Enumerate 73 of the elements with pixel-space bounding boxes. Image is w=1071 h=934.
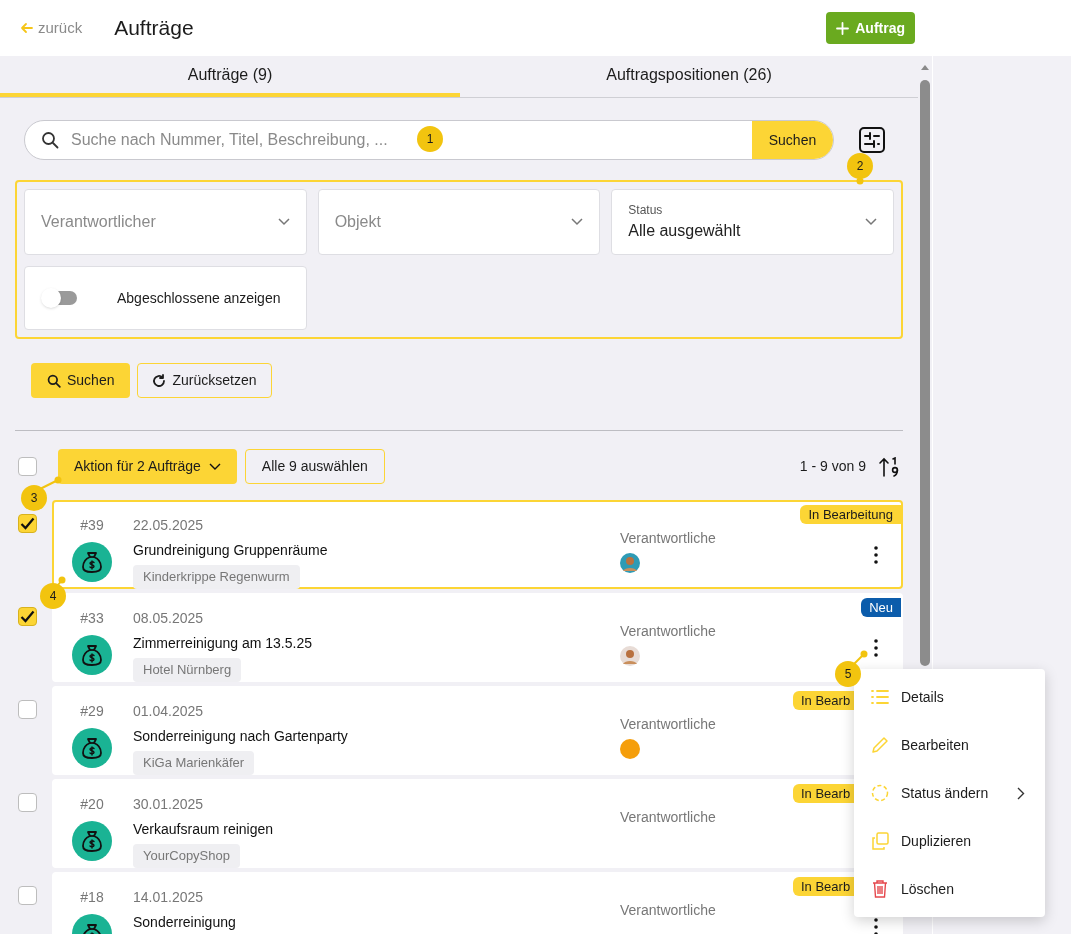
page-title: Aufträge <box>114 15 194 42</box>
search-button[interactable]: Suchen <box>31 363 131 398</box>
duplicate-icon <box>871 832 889 850</box>
dropdown-field[interactable]: Objekt <box>317 189 601 255</box>
order-number: #20 <box>80 795 104 814</box>
step-marker: 3 <box>21 485 47 511</box>
checkbox[interactable] <box>18 700 37 719</box>
order-number: #33 <box>80 609 104 628</box>
step-marker: 2 <box>847 153 873 179</box>
search-icon <box>41 131 59 149</box>
object-tag: Hotel Nürnberg <box>133 658 242 682</box>
dropdown-field[interactable]: Status Alle ausgewählt <box>611 189 894 255</box>
responsible-label: Verantwortliche <box>620 622 716 641</box>
money-bag-icon <box>72 635 112 675</box>
step-marker: 4 <box>40 583 66 609</box>
object-tag: Kinderkrippe Regenwurm <box>133 565 300 589</box>
order-title: Verkaufsraum reinigen <box>133 820 274 839</box>
dropdown-field[interactable]: Verantwortlicher <box>24 189 307 255</box>
responsible-label: Verantwortliche <box>620 901 716 920</box>
chevron-down-icon <box>865 218 877 226</box>
list-icon <box>871 689 889 705</box>
order-date: 30.01.2025 <box>133 795 204 814</box>
back-arrow-icon <box>20 21 34 35</box>
pagination-range: 1 - 9 von 9 <box>799 457 866 476</box>
chevron-down-icon <box>571 218 584 226</box>
responsible-label: Verantwortliche <box>620 529 716 548</box>
order-title: Sonderreinigung <box>133 913 236 932</box>
status-badge: In Bearbeitung <box>800 505 901 524</box>
filter-settings-icon[interactable] <box>858 126 886 154</box>
reset-button[interactable]: Zurücksetzen <box>137 363 272 398</box>
bulk-action-button[interactable]: Aktion für 2 Aufträge <box>58 449 237 484</box>
search-button[interactable]: Suchen <box>752 121 833 159</box>
order-number: #29 <box>80 702 104 721</box>
object-tag: KiGa Marienkäfer <box>133 751 255 775</box>
toggle-switch[interactable] <box>41 288 77 308</box>
checkbox[interactable] <box>18 457 37 476</box>
chevron-down-icon <box>277 218 290 226</box>
search-icon <box>47 373 61 388</box>
checkbox[interactable] <box>18 514 37 533</box>
order-date: 01.04.2025 <box>133 702 204 721</box>
scroll-up-icon <box>921 64 929 70</box>
order-date: 08.05.2025 <box>133 609 204 628</box>
chevron-down-icon <box>208 462 221 471</box>
order-title: Grundreinigung Gruppenräume <box>133 541 328 560</box>
scrollbar-thumb[interactable] <box>920 80 930 666</box>
sort-icon[interactable] <box>878 456 900 477</box>
trash-icon <box>871 880 889 898</box>
refresh-icon <box>152 373 167 388</box>
checkbox[interactable] <box>18 793 37 812</box>
order-title: Sonderreinigung nach Gartenparty <box>133 727 348 746</box>
pencil-icon <box>871 736 889 754</box>
order-number: #18 <box>80 888 104 907</box>
object-tag: YourCopyShop <box>133 844 240 868</box>
status-badge: Neu <box>861 598 901 617</box>
select-all-button[interactable]: Alle 9 auswählen <box>244 449 385 484</box>
tab[interactable]: Aufträge (9) <box>0 56 460 97</box>
money-bag-icon <box>72 728 112 768</box>
order-title: Zimmerreinigung am 13.5.25 <box>133 634 312 653</box>
responsible-label: Verantwortliche <box>620 808 716 827</box>
checkbox[interactable] <box>18 607 37 626</box>
order-card[interactable]: #39 22.05.2025 Grundreinigung Gruppenräume Kinderkrippe Regenwurm Verantwortliche In Bearbeitung <box>52 500 903 589</box>
dashed-circle-icon <box>871 784 889 802</box>
order-card[interactable]: #18 14.01.2025 Sonderreinigung Verantwortliche In Bearb <box>52 872 903 934</box>
tab[interactable]: Auftragspositionen (26) <box>460 56 918 97</box>
responsible-label: Verantwortliche <box>620 715 716 734</box>
checkbox[interactable] <box>18 886 37 905</box>
order-number: #39 <box>80 516 104 535</box>
money-bag-icon <box>72 821 112 861</box>
order-date: 14.01.2025 <box>133 888 204 907</box>
order-date: 22.05.2025 <box>133 516 204 535</box>
money-bag-icon <box>72 542 112 582</box>
toggle-label: Abgeschlossene anzeigen <box>117 288 281 308</box>
plus-icon <box>836 21 850 35</box>
